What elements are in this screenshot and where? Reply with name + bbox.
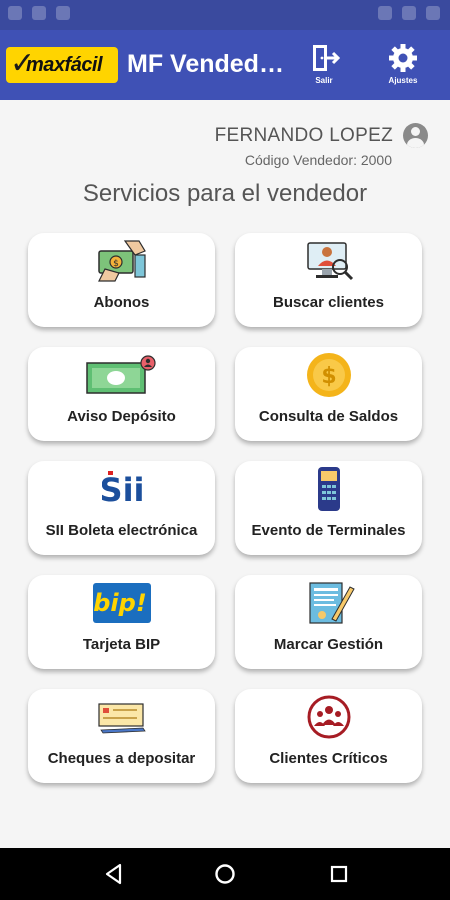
service-label: Cheques a depositar (47, 750, 196, 767)
service-card-consulta-saldos[interactable]: $ Consulta de Saldos (235, 347, 422, 441)
group-circle-icon (307, 695, 350, 739)
app-bar: ✓ maxfácil MF Vendedo... Salir Ajustes (0, 30, 450, 100)
ajustes-label: Ajustes (388, 76, 418, 85)
banknote-icon (85, 355, 156, 394)
app-title: MF Vendedo... (127, 50, 287, 78)
service-label: Marcar Gestión (273, 636, 384, 653)
service-card-marcar-gestion[interactable]: Marcar Gestión (235, 575, 422, 669)
service-label: Abonos (93, 294, 150, 311)
document-pen-icon (308, 582, 355, 624)
user-name: FERNANDO LOPEZ (214, 124, 393, 146)
status-bar (0, 0, 450, 30)
sii-logo-icon: Sii (102, 471, 142, 509)
service-label: Buscar clientes (273, 294, 384, 311)
service-label: Consulta de Saldos (258, 408, 399, 425)
service-label: Aviso Depósito (67, 408, 176, 425)
service-card-abonos[interactable]: $ Abonos (28, 233, 215, 327)
logout-icon (313, 45, 340, 71)
pos-terminal-icon (317, 467, 340, 511)
user-info: FERNANDO LOPEZ (215, 123, 428, 148)
maxfacil-logo: ✓ maxfácil (6, 47, 118, 83)
avatar-icon[interactable] (403, 123, 428, 148)
service-card-aviso-deposito[interactable]: Aviso Depósito (28, 347, 215, 441)
salir-label: Salir (315, 76, 333, 85)
service-card-sii-boleta[interactable]: Sii SII Boleta electrónica (28, 461, 215, 555)
recent-apps-icon[interactable] (327, 862, 351, 886)
services-grid: $ Abonos Buscar clientes Aviso Depósito … (28, 233, 422, 783)
money-hands-icon: $ (97, 240, 146, 282)
android-nav-bar (0, 848, 450, 900)
section-title: Servicios para el vendedor (82, 180, 368, 207)
coin-icon: $ (306, 353, 351, 397)
service-label: Tarjeta BIP (82, 636, 161, 653)
ajustes-button[interactable]: Ajustes (381, 42, 425, 92)
svg-text:$: $ (113, 259, 119, 269)
service-card-cheques[interactable]: Cheques a depositar (28, 689, 215, 783)
back-icon[interactable] (102, 862, 126, 886)
gear-icon (389, 44, 417, 72)
search-client-icon (306, 242, 353, 281)
service-card-buscar-clientes[interactable]: Buscar clientes (235, 233, 422, 327)
service-label: Evento de Terminales (251, 522, 406, 539)
check-pen-icon (97, 703, 146, 734)
home-icon[interactable] (213, 862, 237, 886)
service-label: SII Boleta electrónica (45, 522, 198, 539)
svg-text:Sii: Sii (102, 471, 142, 509)
service-card-clientes-criticos[interactable]: Clientes Críticos (235, 689, 422, 783)
vendor-code: Código Vendedor: 2000 (244, 152, 392, 168)
service-card-evento-terminales[interactable]: Evento de Terminales (235, 461, 422, 555)
salir-button[interactable]: Salir (302, 42, 346, 92)
svg-text:$: $ (321, 364, 336, 389)
bip-card-icon: bip! (92, 583, 151, 623)
service-card-tarjeta-bip[interactable]: bip! Tarjeta BIP (28, 575, 215, 669)
service-label: Clientes Críticos (269, 750, 388, 767)
svg-text:bip!: bip! (93, 589, 147, 617)
